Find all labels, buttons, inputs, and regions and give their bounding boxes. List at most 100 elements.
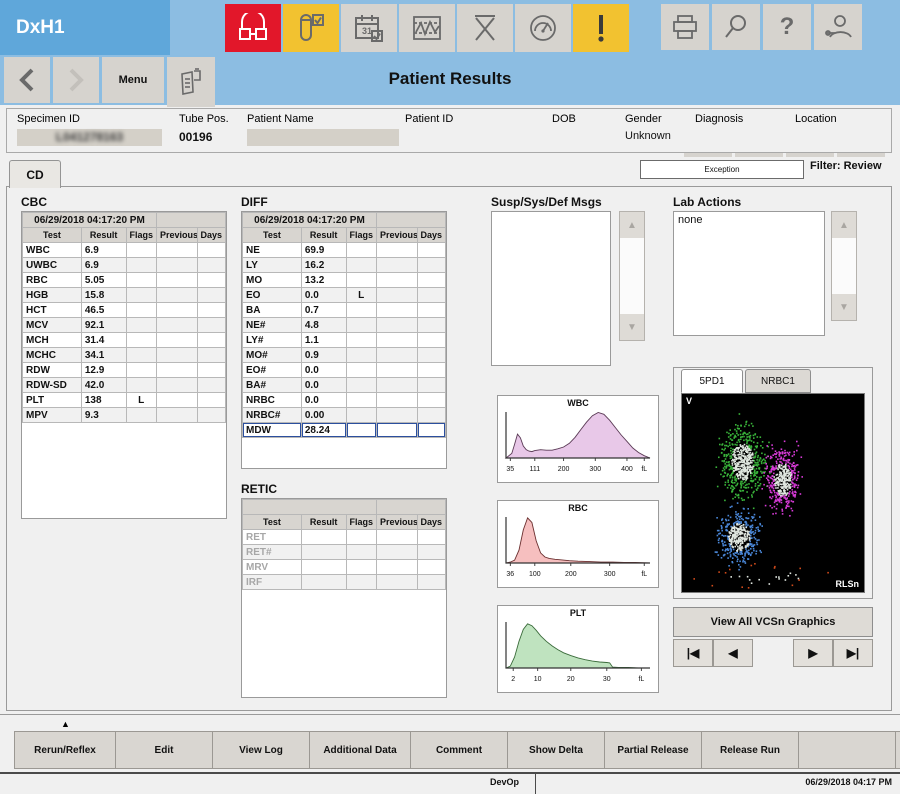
table-row[interactable]: HCT 46.5 bbox=[22, 302, 226, 318]
chart-trend-icon[interactable] bbox=[399, 4, 455, 52]
table-row[interactable]: MCHC 34.1 bbox=[22, 347, 226, 363]
table-row[interactable]: MCV 92.1 bbox=[22, 317, 226, 333]
field-patient-name[interactable]: Patient Name bbox=[247, 113, 399, 146]
bottom-button-blank[interactable] bbox=[798, 731, 896, 769]
scatter-plot[interactable]: V RLSn bbox=[681, 393, 865, 593]
table-row[interactable]: NE# 4.8 bbox=[242, 317, 446, 333]
table-row[interactable]: RET# bbox=[242, 544, 446, 560]
status-divider bbox=[535, 774, 536, 794]
table-row[interactable]: NE 69.9 bbox=[242, 242, 446, 258]
table-row[interactable]: HGB 15.8 bbox=[22, 287, 226, 303]
back-button[interactable] bbox=[4, 57, 50, 103]
prev-button[interactable]: ◀ bbox=[713, 639, 753, 667]
tube-check-icon[interactable] bbox=[283, 4, 339, 52]
exception-button[interactable]: Exception bbox=[640, 160, 804, 179]
retic-table[interactable]: Test Result Flags Previous Days RET RET# MRV IR… bbox=[241, 498, 447, 698]
histogram-plt[interactable]: PLT 2 10 20 30 fL bbox=[497, 605, 659, 693]
print-icon[interactable] bbox=[661, 4, 709, 50]
table-row[interactable]: NRBC# 0.00 bbox=[242, 407, 446, 423]
cbc-table[interactable]: 06/29/2018 04:17:20 PM Test Result Flags Pr… bbox=[21, 211, 227, 519]
last-button[interactable]: ▶| bbox=[833, 639, 873, 667]
cell-flags bbox=[125, 407, 157, 423]
tab-cd[interactable]: CD bbox=[9, 160, 61, 188]
gauge-icon[interactable] bbox=[515, 4, 571, 52]
table-row[interactable]: EO 0.0 L bbox=[242, 287, 446, 303]
lab-actions-list[interactable]: none bbox=[673, 211, 825, 336]
cell-test: PLT bbox=[22, 392, 82, 408]
view-all-vcsn-button[interactable]: View All VCSn Graphics bbox=[673, 607, 873, 637]
bottom-button-show-delta[interactable]: Show Delta bbox=[507, 731, 605, 769]
hourglass-icon[interactable] bbox=[457, 4, 513, 52]
cell-previous bbox=[375, 392, 418, 408]
messages-scrollbar[interactable]: ▲ ▼ bbox=[619, 211, 645, 341]
top-toolbar: DxH1 31 ? bbox=[0, 0, 900, 55]
next-button[interactable]: ▶ bbox=[793, 639, 833, 667]
lab-actions-scrollbar[interactable]: ▲ ▼ bbox=[831, 211, 857, 321]
axis-tick-label: 10 bbox=[534, 676, 542, 683]
table-row[interactable]: EO# 0.0 bbox=[242, 362, 446, 378]
scroll-track[interactable] bbox=[620, 238, 644, 314]
field-specimen-id[interactable]: Specimen ID L041278163 bbox=[17, 113, 162, 146]
table-row[interactable]: BA# 0.0 bbox=[242, 377, 446, 393]
table-row[interactable]: NRBC 0.0 bbox=[242, 392, 446, 408]
table-row[interactable]: LY# 1.1 bbox=[242, 332, 446, 348]
cell-days bbox=[416, 392, 446, 408]
diff-table[interactable]: 06/29/2018 04:17:20 PM Test Result Flags Pr… bbox=[241, 211, 447, 469]
tab-nrbc1[interactable]: NRBC1 bbox=[745, 369, 811, 393]
help-icon[interactable]: ? bbox=[763, 4, 811, 50]
table-row[interactable]: LY 16.2 bbox=[242, 257, 446, 273]
table-row[interactable]: RDW-SD 42.0 bbox=[22, 377, 226, 393]
status-timestamp: 06/29/2018 04:17 PM bbox=[805, 777, 892, 787]
table-row[interactable]: MCH 31.4 bbox=[22, 332, 226, 348]
messages-list[interactable] bbox=[491, 211, 611, 366]
bottom-button-more[interactable]: More bbox=[895, 731, 900, 769]
specimen-hand-icon[interactable] bbox=[167, 57, 215, 107]
scroll-down-icon[interactable]: ▼ bbox=[620, 314, 644, 340]
bottom-button-edit[interactable]: Edit bbox=[115, 731, 213, 769]
filter-label: Filter: Review bbox=[810, 160, 882, 172]
cell-previous bbox=[375, 302, 418, 318]
patient-header: Specimen ID L041278163 Tube Pos. 00196 P… bbox=[6, 108, 892, 153]
bottom-button-partial-release[interactable]: Partial Release bbox=[604, 731, 702, 769]
first-button[interactable]: |◀ bbox=[673, 639, 713, 667]
forward-button[interactable] bbox=[53, 57, 99, 103]
cell-result: 42.0 bbox=[80, 377, 127, 393]
cell-previous bbox=[155, 377, 198, 393]
bottom-button-release-run[interactable]: Release Run bbox=[701, 731, 799, 769]
bottom-button-comment[interactable]: Comment bbox=[410, 731, 508, 769]
histogram-rbc[interactable]: RBC 36 100 200 300 fL bbox=[497, 500, 659, 588]
menu-button[interactable]: Menu bbox=[102, 57, 164, 103]
alert-icon[interactable] bbox=[573, 4, 629, 52]
tab-5pd1[interactable]: 5PD1 bbox=[681, 369, 743, 393]
bottom-button-view-log[interactable]: View Log bbox=[212, 731, 310, 769]
cell-flags bbox=[345, 347, 377, 363]
table-row[interactable]: BA 0.7 bbox=[242, 302, 446, 318]
scroll-up-icon[interactable]: ▲ bbox=[832, 212, 856, 238]
status-bar: DevOp 06/29/2018 04:17 PM bbox=[0, 772, 900, 794]
bottom-button-additional-data[interactable]: Additional Data bbox=[309, 731, 411, 769]
histogram-wbc[interactable]: WBC 35 111 200 300 400 fL bbox=[497, 395, 659, 483]
table-row[interactable]: IRF bbox=[242, 574, 446, 590]
calendar-icon[interactable]: 31 bbox=[341, 4, 397, 52]
table-row[interactable]: MO 13.2 bbox=[242, 272, 446, 288]
scroll-track[interactable] bbox=[832, 238, 856, 294]
table-row[interactable]: RET bbox=[242, 529, 446, 545]
table-row[interactable]: WBC 6.9 bbox=[22, 242, 226, 258]
scroll-up-icon[interactable]: ▲ bbox=[620, 212, 644, 238]
search-icon[interactable] bbox=[712, 4, 760, 50]
axis-tick-label: 400 bbox=[621, 466, 633, 473]
table-row[interactable]: MO# 0.9 bbox=[242, 347, 446, 363]
user-icon[interactable] bbox=[814, 4, 862, 50]
bottom-button-rerun-reflex[interactable]: Rerun/Reflex bbox=[14, 731, 116, 769]
scroll-down-icon[interactable]: ▼ bbox=[832, 294, 856, 320]
analyzer-status-icon[interactable] bbox=[225, 4, 281, 52]
cell-flags bbox=[125, 362, 157, 378]
cell-result: 6.9 bbox=[80, 242, 127, 258]
table-row[interactable]: MPV 9.3 bbox=[22, 407, 226, 423]
table-row[interactable]: MDW 28.24 bbox=[242, 422, 446, 438]
table-row[interactable]: UWBC 6.9 bbox=[22, 257, 226, 273]
table-row[interactable]: RBC 5.05 bbox=[22, 272, 226, 288]
table-row[interactable]: MRV bbox=[242, 559, 446, 575]
table-row[interactable]: RDW 12.9 bbox=[22, 362, 226, 378]
table-row[interactable]: PLT 138 L bbox=[22, 392, 226, 408]
